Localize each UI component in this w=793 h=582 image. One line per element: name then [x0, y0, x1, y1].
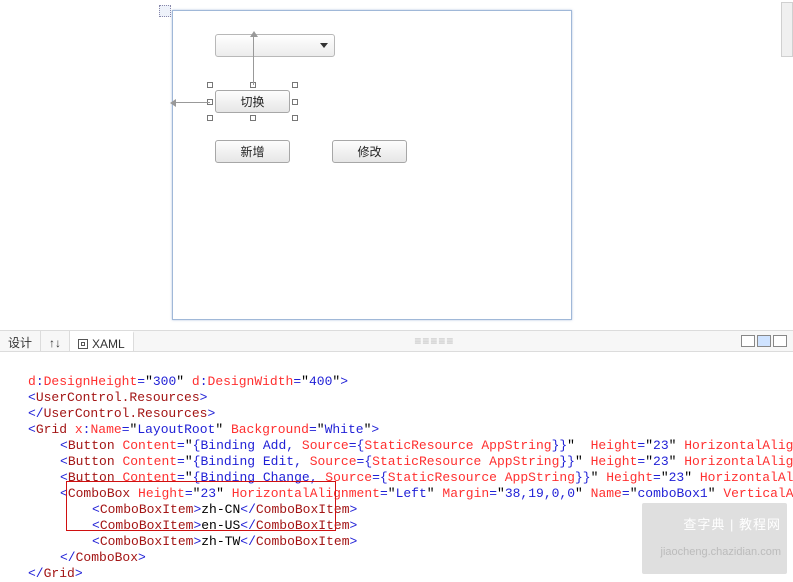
vertical-scrollbar[interactable]	[781, 2, 793, 57]
code-line: d:DesignHeight="300" d:DesignWidth="400"…	[6, 374, 348, 390]
tab-xaml-label: XAML	[92, 337, 125, 351]
add-button-label: 新增	[240, 143, 264, 160]
code-line: <ComboBox Height="23" HorizontalAlignmen…	[6, 486, 793, 502]
tab-design[interactable]: 设计	[0, 331, 41, 351]
code-line: <ComboBoxItem>zh-CN</ComboBoxItem>	[6, 502, 357, 518]
resize-handle[interactable]	[207, 82, 213, 88]
xaml-icon	[78, 339, 88, 349]
chevron-down-icon	[320, 43, 328, 48]
add-button[interactable]: 新增	[215, 140, 290, 163]
splitter-grip[interactable]: ≡≡≡≡≡	[134, 331, 735, 351]
watermark-line1: 查字典 | 教程网	[683, 517, 781, 532]
code-line: <Grid x:Name="LayoutRoot" Background="Wh…	[6, 422, 379, 438]
code-line: <Button Content="{Binding Add, Source={S…	[6, 438, 793, 454]
resize-handle[interactable]	[207, 99, 213, 105]
resize-handle[interactable]	[250, 115, 256, 121]
code-line: <UserControl.Resources>	[6, 390, 207, 406]
code-line: </ComboBox>	[6, 550, 146, 566]
change-button-label: 切换	[240, 93, 264, 110]
pane-layout-buttons	[735, 331, 793, 351]
edit-button-label: 修改	[357, 143, 381, 160]
resize-handle[interactable]	[207, 115, 213, 121]
layout-collapse-icon[interactable]	[773, 335, 787, 347]
watermark-line2: jiaocheng.chazidian.com	[661, 546, 781, 558]
resize-handle[interactable]	[292, 82, 298, 88]
code-line: </Grid>	[6, 566, 83, 582]
resize-handle[interactable]	[292, 115, 298, 121]
change-button[interactable]: 切换	[215, 90, 290, 113]
code-line: <Button Content="{Binding Change, Source…	[6, 470, 793, 486]
tab-design-label: 设计	[8, 334, 32, 351]
code-line: <ComboBoxItem>zh-TW</ComboBoxItem>	[6, 534, 357, 550]
code-line: <Button Content="{Binding Edit, Source={…	[6, 454, 793, 470]
swap-icon: ↑↓	[49, 336, 61, 350]
usercontrol-frame[interactable]: 切换 新增 修改	[172, 10, 572, 320]
xaml-code-editor[interactable]: d:DesignHeight="300" d:DesignWidth="400"…	[0, 352, 793, 582]
tab-xaml[interactable]: XAML	[70, 331, 134, 351]
margin-guide-left	[174, 102, 210, 103]
layout-root-grid: 切换 新增 修改	[177, 15, 567, 315]
resize-handle[interactable]	[250, 82, 256, 88]
resize-handle[interactable]	[292, 99, 298, 105]
grip-dots: ≡≡≡≡≡	[414, 334, 454, 348]
edit-button[interactable]: 修改	[332, 140, 407, 163]
code-line: </UserControl.Resources>	[6, 406, 215, 422]
designer-code-split-bar[interactable]: 设计 ↑↓ XAML ≡≡≡≡≡	[0, 330, 793, 352]
designer-surface: 切换 新增 修改	[0, 0, 793, 330]
code-line: <ComboBoxItem>en-US</ComboBoxItem>	[6, 518, 357, 534]
layout-vertical-icon[interactable]	[757, 335, 771, 347]
layout-horizontal-icon[interactable]	[741, 335, 755, 347]
combobox-combobox1[interactable]	[215, 34, 335, 57]
swap-panes-button[interactable]: ↑↓	[41, 331, 70, 351]
watermark: 查字典 | 教程网 jiaocheng.chazidian.com	[642, 503, 787, 574]
